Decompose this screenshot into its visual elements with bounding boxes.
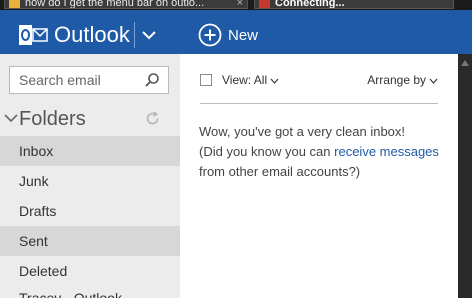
arrange-by-dropdown[interactable]: Arrange by <box>367 72 438 89</box>
message-list-pane: View: All Arrange by Wow, you've got a v… <box>180 54 458 298</box>
browser-tab-strip: how do I get the menu bar on outlo... × … <box>0 0 472 10</box>
refresh-icon[interactable] <box>145 111 160 126</box>
browser-tab[interactable]: how do I get the menu bar on outlo... × <box>4 0 248 9</box>
folder-drafts[interactable]: Drafts <box>0 196 180 226</box>
new-message-label: New <box>228 26 259 44</box>
message-toolbar: View: All Arrange by <box>200 72 438 90</box>
plus-circle-icon <box>198 23 222 47</box>
search-box <box>9 66 169 94</box>
empty-inbox-line: Wow, you've got a very clean inbox! <box>199 124 406 139</box>
folders-title: Folders <box>19 108 86 130</box>
browser-tab[interactable]: Connecting... <box>254 0 454 9</box>
chevron-down-icon[interactable] <box>140 26 158 44</box>
scrollbar[interactable] <box>458 54 472 298</box>
chevron-down-icon <box>270 78 279 84</box>
folder-junk[interactable]: Junk <box>0 166 180 196</box>
chevron-down-icon[interactable] <box>4 112 18 124</box>
app-brand[interactable]: Outlook <box>54 22 130 48</box>
toolbar-divider <box>200 103 438 104</box>
browser-tab-title: how do I get the menu bar on outlo... <box>25 0 205 9</box>
folder-list: Inbox Junk Drafts Sent Deleted Tracey - … <box>0 136 180 298</box>
sidebar: Folders Inbox Junk Drafts Sent Deleted T… <box>0 54 180 298</box>
view-filter-label: View: All <box>222 73 268 87</box>
chevron-down-icon <box>429 78 438 84</box>
search-icon[interactable] <box>144 72 160 88</box>
folder-sent[interactable]: Sent <box>0 226 180 256</box>
search-input[interactable] <box>10 67 140 93</box>
select-all-checkbox[interactable] <box>200 74 212 86</box>
browser-tab-title: Connecting... <box>275 0 345 9</box>
folder-inbox[interactable]: Inbox <box>0 136 180 166</box>
app-header: Outlook New <box>0 10 472 54</box>
receive-messages-link[interactable]: receive messages <box>334 144 439 159</box>
scroll-up-arrow-icon[interactable] <box>461 60 469 66</box>
empty-inbox-text: from other email accounts?) <box>199 164 361 179</box>
empty-inbox-text: (Did you know you can <box>199 144 331 159</box>
favicon-icon <box>259 0 270 8</box>
favicon-icon <box>9 0 20 8</box>
folders-header[interactable]: Folders <box>0 106 180 132</box>
new-message-button[interactable]: New <box>198 22 258 48</box>
view-filter-dropdown[interactable]: View: All <box>222 72 279 89</box>
close-tab-icon[interactable]: × <box>237 0 243 8</box>
empty-inbox-message: Wow, you've got a very clean inbox! (Did… <box>199 122 451 182</box>
folder-deleted[interactable]: Deleted <box>0 256 180 286</box>
arrange-by-label: Arrange by <box>367 73 426 87</box>
outlook-logo-icon <box>19 25 48 45</box>
brand-separator <box>134 22 135 48</box>
folder-tracey-outlook[interactable]: Tracey - Outlook <box>0 286 180 298</box>
